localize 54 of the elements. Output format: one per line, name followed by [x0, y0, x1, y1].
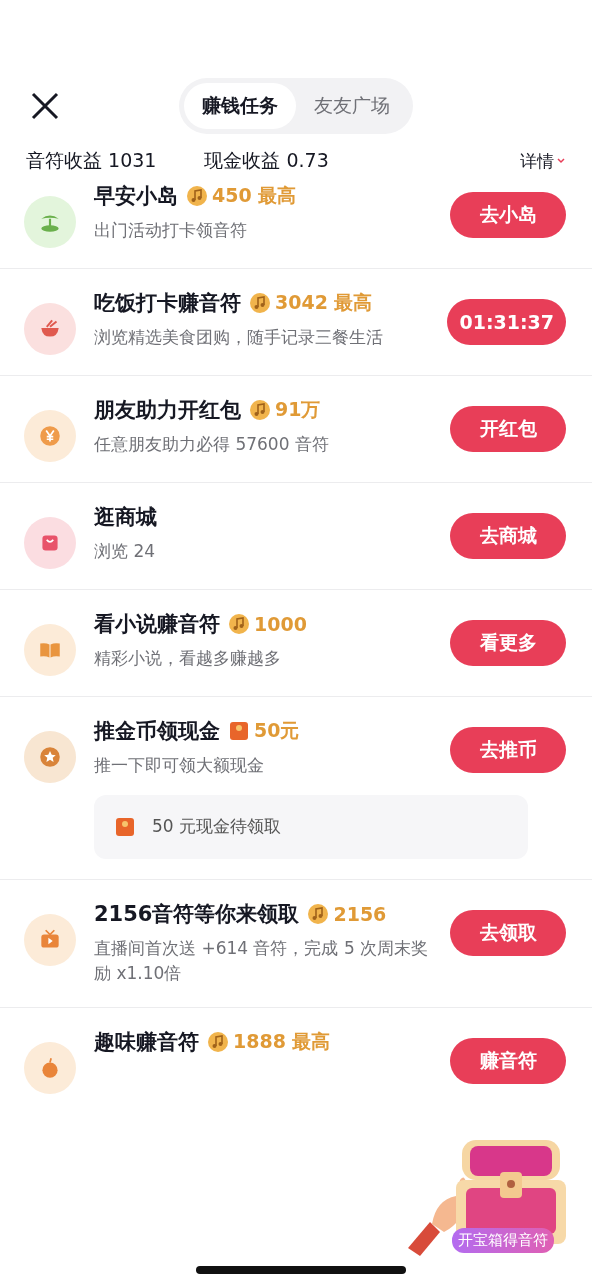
task-button[interactable]: 01:31:37: [447, 299, 566, 345]
bag-icon: [24, 517, 76, 569]
task-title: 看小说赚音符: [94, 611, 220, 638]
earnings-stat: 现金收益 0.73: [204, 148, 329, 173]
task-description: 推一下即可领大额现金: [94, 754, 265, 777]
task-description: 浏览 24: [94, 540, 157, 563]
reward-amount: 2156: [333, 902, 387, 925]
task-description: 任意朋友助力必得 57600 音符: [94, 433, 330, 456]
chevron-down-icon: [556, 156, 566, 166]
reward-amount: 50元: [254, 718, 300, 743]
music-coin-icon: [207, 1030, 229, 1053]
cash-envelope-icon: [228, 720, 250, 742]
music-coin-icon: [249, 399, 271, 421]
reward-amount: 1888 最高: [233, 1028, 331, 1054]
tab[interactable]: 赚钱任务: [184, 83, 296, 129]
task-title: 趣味赚音符: [94, 1028, 199, 1056]
pending-cash-text: 50 元现金待领取: [152, 815, 282, 838]
close-icon[interactable]: [30, 91, 60, 121]
music-coin-icon: [228, 613, 250, 635]
treasure-label[interactable]: 开宝箱得音符: [452, 1228, 554, 1253]
bowl-icon: [24, 303, 76, 355]
reward-amount: 3042 最高: [275, 290, 373, 315]
task-title: 逛商城: [94, 504, 157, 531]
island-icon: [24, 196, 76, 248]
task-title: 早安小岛: [94, 183, 178, 210]
fruit-icon: [24, 1041, 76, 1094]
task-button[interactable]: 开红包: [450, 406, 566, 452]
reward-amount: 450 最高: [212, 183, 297, 208]
task-title: 推金币领现金: [94, 718, 220, 745]
tv-icon: [24, 913, 76, 966]
task-button[interactable]: 去商城: [450, 513, 566, 559]
details-link[interactable]: 详情: [520, 149, 566, 173]
cash-envelope-icon: [114, 815, 136, 838]
reward-amount: 91万: [275, 397, 321, 422]
tab[interactable]: 友友广场: [296, 83, 408, 129]
task-button[interactable]: 去小岛: [450, 192, 566, 238]
task-description: 浏览精选美食团购，随手记录三餐生活: [94, 326, 384, 349]
earnings-stat: 音符收益 1031: [26, 148, 157, 173]
reward-amount: 1000: [254, 613, 307, 635]
task-description: 精彩小说，看越多赚越多: [94, 647, 282, 670]
task-description: 直播间首次送 +614 音符，完成 5 次周末奖励 x1.10倍: [94, 936, 430, 985]
task-button[interactable]: 看更多: [450, 620, 566, 666]
music-coin-icon: [249, 292, 271, 314]
task-button[interactable]: 去推币: [450, 727, 566, 773]
task-description: 出门活动打卡领音符: [94, 219, 248, 242]
music-coin-icon: [186, 185, 208, 207]
task-button[interactable]: 赚音符: [450, 1037, 566, 1084]
music-coin-icon: [307, 902, 330, 925]
task-button[interactable]: 去领取: [450, 909, 566, 956]
task-title: 吃饭打卡赚音符: [94, 290, 241, 317]
book-icon: [24, 624, 76, 676]
task-title: 朋友助力开红包: [94, 397, 241, 424]
task-title: 2156音符等你来领取: [94, 900, 300, 928]
yen-icon: [24, 410, 76, 462]
